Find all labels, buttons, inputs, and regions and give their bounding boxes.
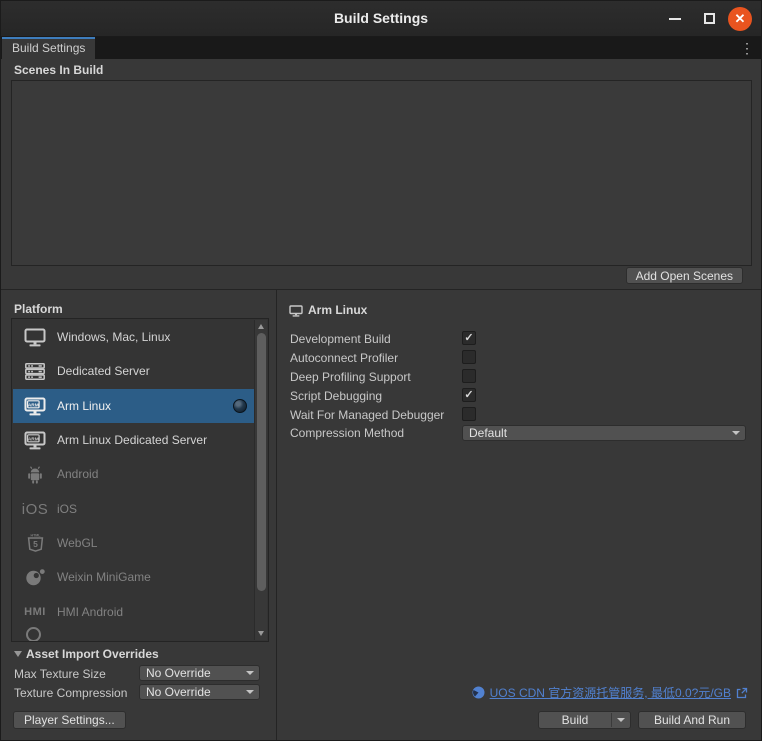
arm-monitor-icon: ARM	[13, 397, 57, 416]
platform-item-label: Dedicated Server	[57, 364, 150, 378]
html5-icon: HTML 5	[13, 533, 57, 553]
dropdown-value: No Override	[146, 666, 211, 680]
window-title: Build Settings	[333, 10, 429, 26]
weixin-minigame-icon	[13, 568, 57, 586]
titlebar: Build Settings ✕	[1, 1, 761, 37]
svg-text:ARM: ARM	[28, 402, 39, 408]
uos-cdn-row: UOS CDN 官方资源托管服务, 最低0.0?元/GB	[472, 685, 748, 700]
texture-compression-label: Texture Compression	[14, 686, 128, 700]
platform-item-hmi-android[interactable]: HMI HMI Android	[13, 595, 255, 629]
platform-item-weixin-minigame[interactable]: Weixin MiniGame	[13, 560, 255, 594]
development-build-checkbox[interactable]: ✓	[462, 331, 476, 345]
wait-for-managed-debugger-label: Wait For Managed Debugger	[290, 408, 445, 422]
platform-item-webgl[interactable]: HTML 5 WebGL	[13, 526, 255, 560]
desktop-monitor-icon	[13, 328, 57, 347]
chevron-down-icon	[246, 690, 254, 694]
vertical-divider	[276, 290, 277, 740]
tab-build-settings[interactable]: Build Settings	[2, 37, 96, 59]
platform-item-label: Arm Linux Dedicated Server	[57, 433, 208, 447]
arm-monitor-icon: ARM	[13, 431, 57, 450]
svg-text:ARM: ARM	[28, 436, 39, 442]
tab-bar: Build Settings ⋮	[1, 37, 761, 59]
platform-item-windows-mac-linux[interactable]: Windows, Mac, Linux	[13, 320, 255, 354]
asset-import-overrides-header: Asset Import Overrides	[26, 647, 159, 661]
max-texture-size-label: Max Texture Size	[14, 667, 106, 681]
selected-platform-header: Arm Linux	[308, 303, 368, 317]
max-texture-size-dropdown[interactable]: No Override	[139, 665, 260, 681]
maximize-icon[interactable]	[704, 13, 715, 24]
add-open-scenes-button[interactable]: Add Open Scenes	[625, 267, 743, 284]
platform-item-label: Android	[57, 467, 99, 481]
script-debugging-checkbox[interactable]: ✓	[462, 388, 476, 402]
foldout-triangle-icon[interactable]	[14, 651, 22, 657]
scenes-in-build-header: Scenes In Build	[14, 63, 104, 77]
chevron-down-icon	[617, 718, 625, 722]
platform-item-label: Windows, Mac, Linux	[57, 330, 171, 344]
horizontal-divider	[1, 289, 761, 290]
compression-method-label: Compression Method	[290, 426, 405, 440]
autoconnect-profiler-label: Autoconnect Profiler	[290, 351, 399, 365]
platform-item-label: WebGL	[57, 536, 98, 550]
platform-header: Platform	[14, 302, 63, 316]
development-build-label: Development Build	[290, 332, 391, 346]
player-settings-button[interactable]: Player Settings...	[13, 711, 126, 729]
platform-item-ios[interactable]: iOS iOS	[13, 492, 255, 526]
ios-icon: iOS	[21, 500, 49, 518]
uos-logo-icon	[472, 686, 485, 699]
script-debugging-label: Script Debugging	[290, 389, 383, 403]
platform-item-android[interactable]: Android	[13, 457, 255, 491]
build-dropdown-button[interactable]	[612, 718, 630, 722]
minimize-icon[interactable]	[669, 18, 681, 20]
chevron-down-icon	[732, 431, 740, 435]
monitor-icon	[289, 305, 303, 317]
wait-for-managed-debugger-checkbox[interactable]	[462, 407, 476, 421]
external-link-icon[interactable]	[736, 687, 748, 699]
scenes-list[interactable]	[11, 80, 752, 266]
build-button[interactable]: Build	[539, 713, 612, 727]
build-and-run-button[interactable]: Build And Run	[638, 711, 746, 729]
platform-item-partial-icon	[26, 627, 41, 641]
platform-item-arm-linux[interactable]: ARM Arm Linux	[13, 389, 255, 423]
texture-compression-dropdown[interactable]: No Override	[139, 684, 260, 700]
platform-item-arm-linux-dedicated-server[interactable]: ARM Arm Linux Dedicated Server	[13, 423, 255, 457]
unity-logo-badge-icon	[233, 399, 247, 413]
scrollbar-thumb[interactable]	[257, 333, 266, 591]
platform-item-label: Weixin MiniGame	[57, 570, 151, 584]
uos-cdn-link[interactable]: UOS CDN 官方资源托管服务, 最低0.0?元/GB	[490, 684, 731, 701]
platform-item-label: HMI Android	[57, 605, 124, 619]
scroll-up-icon[interactable]	[258, 324, 264, 329]
platform-list: Windows, Mac, Linux Dedicated Server ARM…	[11, 318, 269, 642]
android-icon	[13, 465, 57, 484]
svg-text:HTML: HTML	[30, 533, 41, 537]
kebab-menu-icon[interactable]: ⋮	[740, 40, 754, 56]
compression-method-dropdown[interactable]: Default	[462, 425, 746, 441]
hmi-icon: HMI	[24, 606, 46, 618]
deep-profiling-support-label: Deep Profiling Support	[290, 370, 411, 384]
scroll-down-icon[interactable]	[258, 631, 264, 636]
dropdown-value: No Override	[146, 685, 211, 699]
dropdown-value: Default	[469, 426, 508, 440]
build-settings-window: Build Settings ✕ Build Settings ⋮ Scenes…	[0, 0, 762, 741]
build-split-button: Build	[538, 711, 631, 729]
platform-item-label: Arm Linux	[57, 399, 112, 413]
chevron-down-icon	[246, 671, 254, 675]
svg-text:5: 5	[33, 539, 38, 549]
autoconnect-profiler-checkbox[interactable]	[462, 350, 476, 364]
platform-scrollbar[interactable]	[254, 320, 267, 640]
deep-profiling-support-checkbox[interactable]	[462, 369, 476, 383]
platform-item-dedicated-server[interactable]: Dedicated Server	[13, 354, 255, 388]
platform-item-label: iOS	[57, 502, 78, 516]
server-icon	[13, 362, 57, 380]
close-icon[interactable]: ✕	[728, 7, 752, 31]
